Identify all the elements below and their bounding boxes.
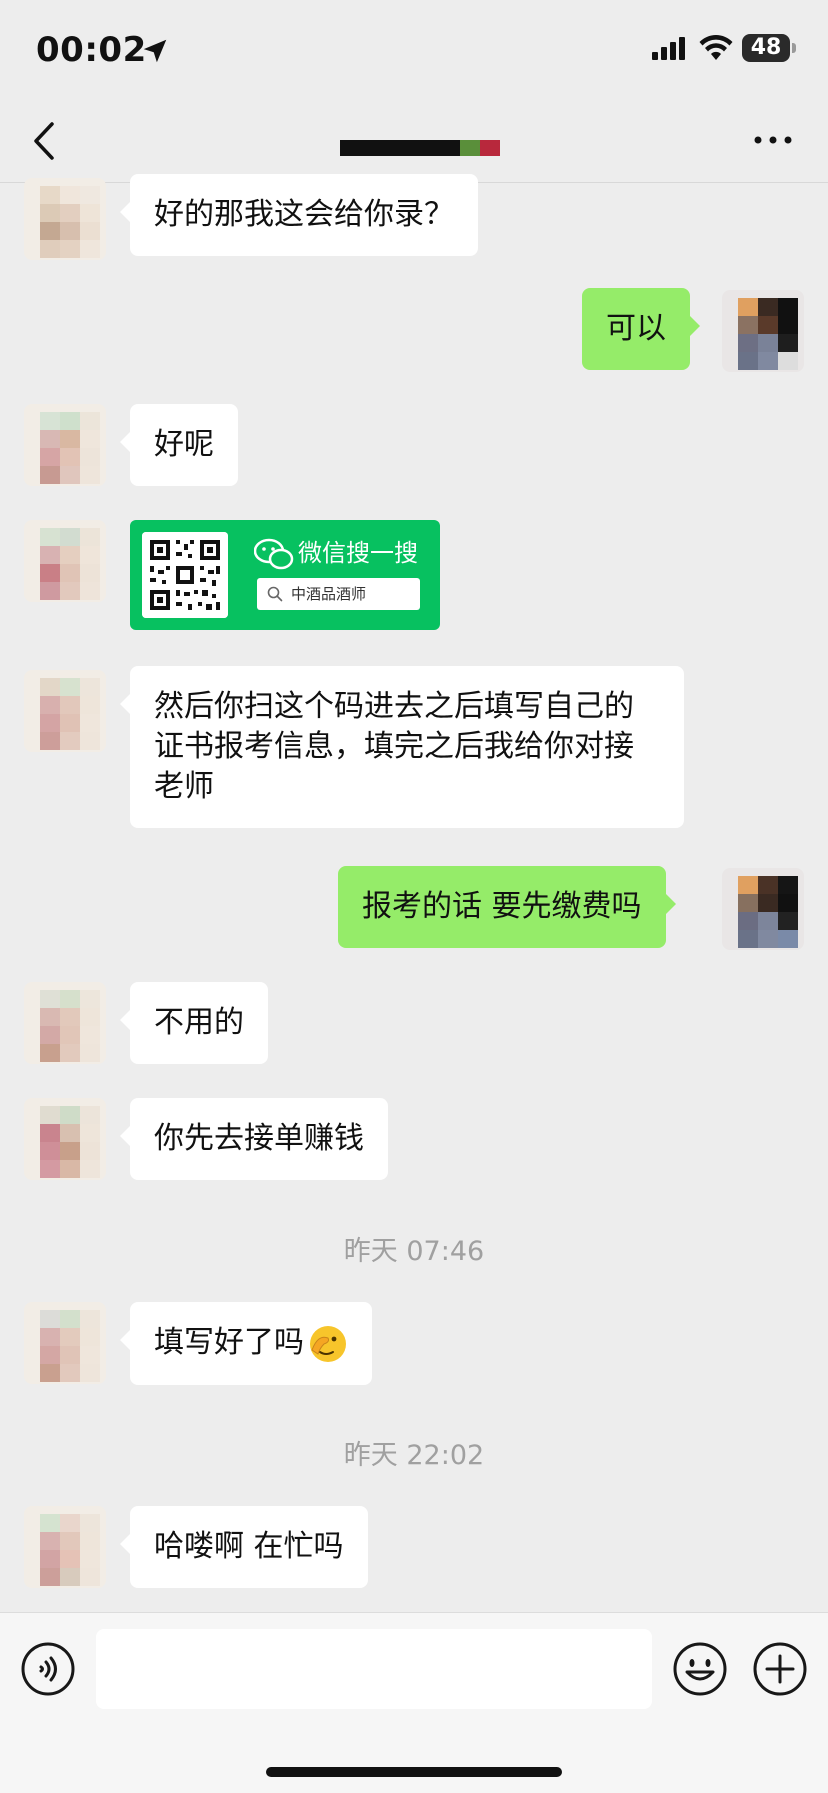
- search-icon: [267, 586, 283, 602]
- card-search-text: 中酒品酒师: [291, 585, 367, 603]
- message-text: 报考的话 要先缴费吗: [362, 889, 642, 924]
- contact-avatar[interactable]: [24, 670, 106, 752]
- message-text: 哈喽啊 在忙吗: [154, 1529, 344, 1564]
- status-time: 00:02: [36, 30, 147, 70]
- plus-circle-icon[interactable]: [752, 1641, 808, 1697]
- contact-avatar[interactable]: [24, 520, 106, 602]
- contact-avatar[interactable]: [24, 1302, 106, 1384]
- message-text: 你先去接单赚钱: [154, 1121, 364, 1156]
- message-bubble-outgoing[interactable]: 可以: [582, 288, 700, 370]
- home-indicator: [266, 1767, 562, 1777]
- chat-title-redacted: [340, 140, 500, 156]
- card-search-box: 中酒品酒师: [257, 578, 420, 610]
- message-text: 好呢: [154, 427, 214, 462]
- message-bubble-incoming[interactable]: 填写好了吗: [120, 1302, 372, 1385]
- message-timestamp: 昨天 07:46: [343, 1236, 485, 1267]
- message-bubble-incoming[interactable]: 好的那我这会给你录？: [120, 174, 478, 256]
- message-bubble-outgoing[interactable]: 报考的话 要先缴费吗: [338, 866, 676, 948]
- battery-indicator: 48: [742, 34, 790, 62]
- message-text: 不用的: [154, 1005, 244, 1040]
- message-text: 然后你扫这个码进去之后填写自己的证书报考信息，填完之后我给你对接老师: [154, 689, 634, 804]
- qr-code-image: [142, 532, 228, 618]
- contact-avatar[interactable]: [24, 1506, 106, 1588]
- my-avatar[interactable]: [722, 868, 804, 950]
- message-text: 好的那我这会给你录？: [154, 197, 454, 232]
- message-text: 填写好了吗: [154, 1325, 304, 1360]
- wechat-search-card[interactable]: 微信搜一搜 中酒品酒师: [130, 520, 440, 630]
- message-bubble-incoming[interactable]: 哈喽啊 在忙吗: [120, 1506, 368, 1588]
- message-text: 可以: [606, 311, 666, 346]
- message-bubble-incoming[interactable]: 然后你扫这个码进去之后填写自己的证书报考信息，填完之后我给你对接老师: [120, 666, 684, 828]
- location-arrow-icon: [143, 39, 167, 63]
- contact-avatar[interactable]: [24, 1098, 106, 1180]
- message-input[interactable]: [96, 1629, 652, 1709]
- peeking-face-emoji: [310, 1325, 346, 1362]
- message-bubble-incoming[interactable]: 好呢: [120, 404, 238, 486]
- voice-icon[interactable]: [20, 1641, 76, 1697]
- message-timestamp: 昨天 22:02: [343, 1440, 485, 1471]
- chevron-left-icon[interactable]: [22, 116, 66, 166]
- cellular-signal-icon: [652, 37, 685, 60]
- wifi-icon: [699, 35, 733, 60]
- contact-avatar[interactable]: [24, 982, 106, 1064]
- contact-avatar[interactable]: [24, 404, 106, 486]
- card-title: 微信搜一搜: [298, 539, 418, 567]
- more-dots-icon[interactable]: [748, 120, 798, 160]
- wechat-search-logo-icon: [254, 538, 294, 570]
- input-bar: [0, 1612, 828, 1793]
- my-avatar[interactable]: [722, 290, 804, 372]
- message-bubble-incoming[interactable]: 你先去接单赚钱: [120, 1098, 388, 1180]
- smiley-icon[interactable]: [672, 1641, 728, 1697]
- message-bubble-incoming[interactable]: 不用的: [120, 982, 268, 1064]
- chat-header: [0, 100, 828, 183]
- contact-avatar[interactable]: [24, 178, 106, 260]
- battery-tip: [792, 43, 796, 53]
- status-bar: 00:02 48: [0, 0, 828, 100]
